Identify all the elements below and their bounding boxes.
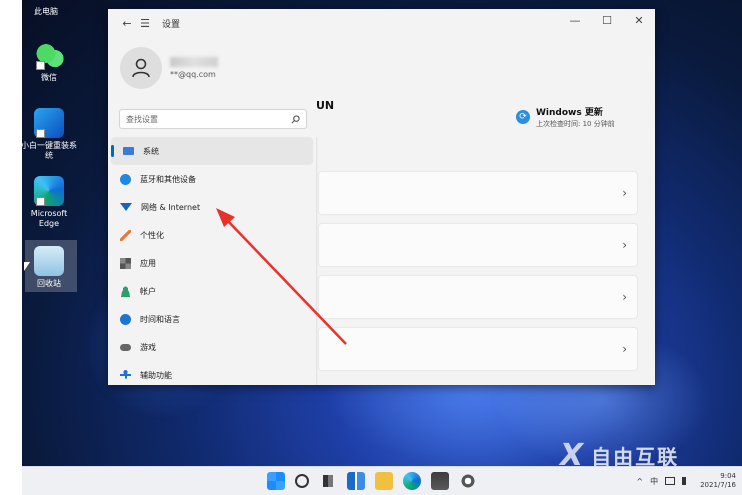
clock[interactable]: 9:04 2021/7/16 <box>700 472 736 490</box>
file-explorer-icon[interactable] <box>375 472 393 490</box>
volume-icon[interactable] <box>682 477 693 485</box>
search-icon[interactable] <box>295 474 309 488</box>
network-icon[interactable] <box>665 477 676 485</box>
task-view-icon[interactable] <box>319 472 337 490</box>
tray-overflow-icon[interactable]: ^ <box>636 477 643 486</box>
system-tray: ^ 中 9:04 2021/7/16 <box>629 472 736 490</box>
ime-indicator[interactable]: 中 <box>650 476 658 487</box>
annotation-arrow <box>216 208 347 345</box>
start-windows-icon[interactable] <box>267 472 285 490</box>
clock-time: 9:04 <box>720 472 736 480</box>
widgets-icon[interactable] <box>347 472 365 490</box>
taskbar: ^ 中 9:04 2021/7/16 <box>22 466 742 495</box>
settings-gear-icon[interactable] <box>459 472 477 490</box>
clock-date: 2021/7/16 <box>700 481 736 489</box>
edge-icon[interactable] <box>403 472 421 490</box>
store-icon[interactable] <box>431 472 449 490</box>
taskbar-apps <box>262 472 482 490</box>
